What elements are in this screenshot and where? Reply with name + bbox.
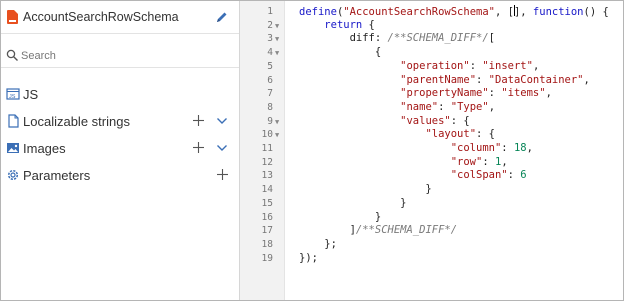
code-line: } [299,210,382,223]
js-icon: JS [6,88,20,100]
line-number: 4 [267,47,273,59]
code-line: "row": 1, [450,155,508,168]
sidebar-item-images[interactable]: Images [1,136,239,160]
code-line: "propertyName": "items", [400,87,552,100]
line-number: 3 [267,33,273,45]
search-input[interactable] [21,47,221,65]
sidebar-item-label: Localizable strings [23,114,130,129]
code-line: ]/**SCHEMA_DIFF*/ [299,224,458,237]
line-number: 7 [267,88,273,100]
fold-arrow-icon[interactable]: ▼ [275,118,279,126]
search-bar [1,46,239,68]
chevron-down-icon[interactable] [216,142,228,154]
code-line: } [299,183,432,196]
fold-arrow-icon[interactable]: ▼ [275,49,279,57]
schema-sidebar: AccountSearchRowSchema JS JS Localizable… [1,1,239,300]
sidebar-item-js[interactable]: JS JS [1,82,239,106]
line-number: 18 [261,238,273,250]
code-line: } [299,196,407,209]
sidebar-item-label: JS [23,87,39,102]
schema-title: AccountSearchRowSchema [23,10,179,24]
code-line: "values": { [400,114,470,127]
line-number: 2 [267,19,273,31]
code-line: }; [299,237,337,250]
line-number: 12 [261,156,273,168]
code-line: "column": 18, [450,142,533,154]
fold-arrow-icon[interactable]: ▼ [275,35,279,43]
code-line: { [299,46,382,59]
code-line: }); [299,251,318,264]
line-number: 6 [267,74,273,86]
line-number: 1 [267,6,273,17]
line-number: 19 [261,252,273,264]
sidebar-item-label: Images [23,141,66,156]
schema-file-icon [7,10,18,24]
code-line: "name": "Type", [400,100,496,113]
line-number: 16 [261,211,273,223]
code-line: return { [324,18,375,31]
code-line: "colSpan": 6 [450,169,527,182]
line-number: 13 [261,170,273,182]
code-line: "operation": "insert", [400,59,540,72]
code-line: "layout": { [425,128,495,141]
plus-icon[interactable] [216,168,229,181]
search-icon [6,49,18,61]
plus-icon[interactable] [192,114,205,127]
line-number: 8 [267,101,273,113]
line-number: 9 [267,115,273,127]
line-number: 11 [261,143,273,154]
svg-text:JS: JS [9,94,16,100]
line-number: 5 [267,60,273,72]
code-line: diff: /**SCHEMA_DIFF*/[ [299,32,495,45]
chevron-down-icon[interactable] [216,115,228,127]
code-line: define("AccountSearchRowSchema", [], fun… [299,5,609,18]
plus-icon[interactable] [192,141,205,154]
image-icon [7,143,19,153]
line-number: 15 [261,197,273,209]
line-number: 10 [261,129,273,141]
sidebar-item-localizable-strings[interactable]: Localizable strings [1,109,239,133]
line-number: 14 [261,184,273,196]
fold-arrow-icon[interactable]: ▼ [275,131,279,139]
code-line: "parentName": "DataContainer", [400,73,590,86]
code-editor[interactable]: 1 2 ▼ 3 ▼ 4 ▼ 5 6 7 8 9 ▼ 10 ▼ 11 12 13 … [240,1,623,300]
sidebar-item-parameters[interactable]: Parameters [1,163,239,187]
document-icon [8,114,19,128]
gear-icon [7,169,19,181]
line-number: 17 [261,225,273,237]
pencil-icon[interactable] [215,10,229,24]
sidebar-item-label: Parameters [23,168,91,183]
line-number-gutter: 1 2 ▼ 3 ▼ 4 ▼ 5 6 7 8 9 ▼ 10 ▼ 11 12 13 … [240,1,285,300]
fold-arrow-icon[interactable]: ▼ [275,22,279,30]
schema-header: AccountSearchRowSchema [1,1,239,34]
